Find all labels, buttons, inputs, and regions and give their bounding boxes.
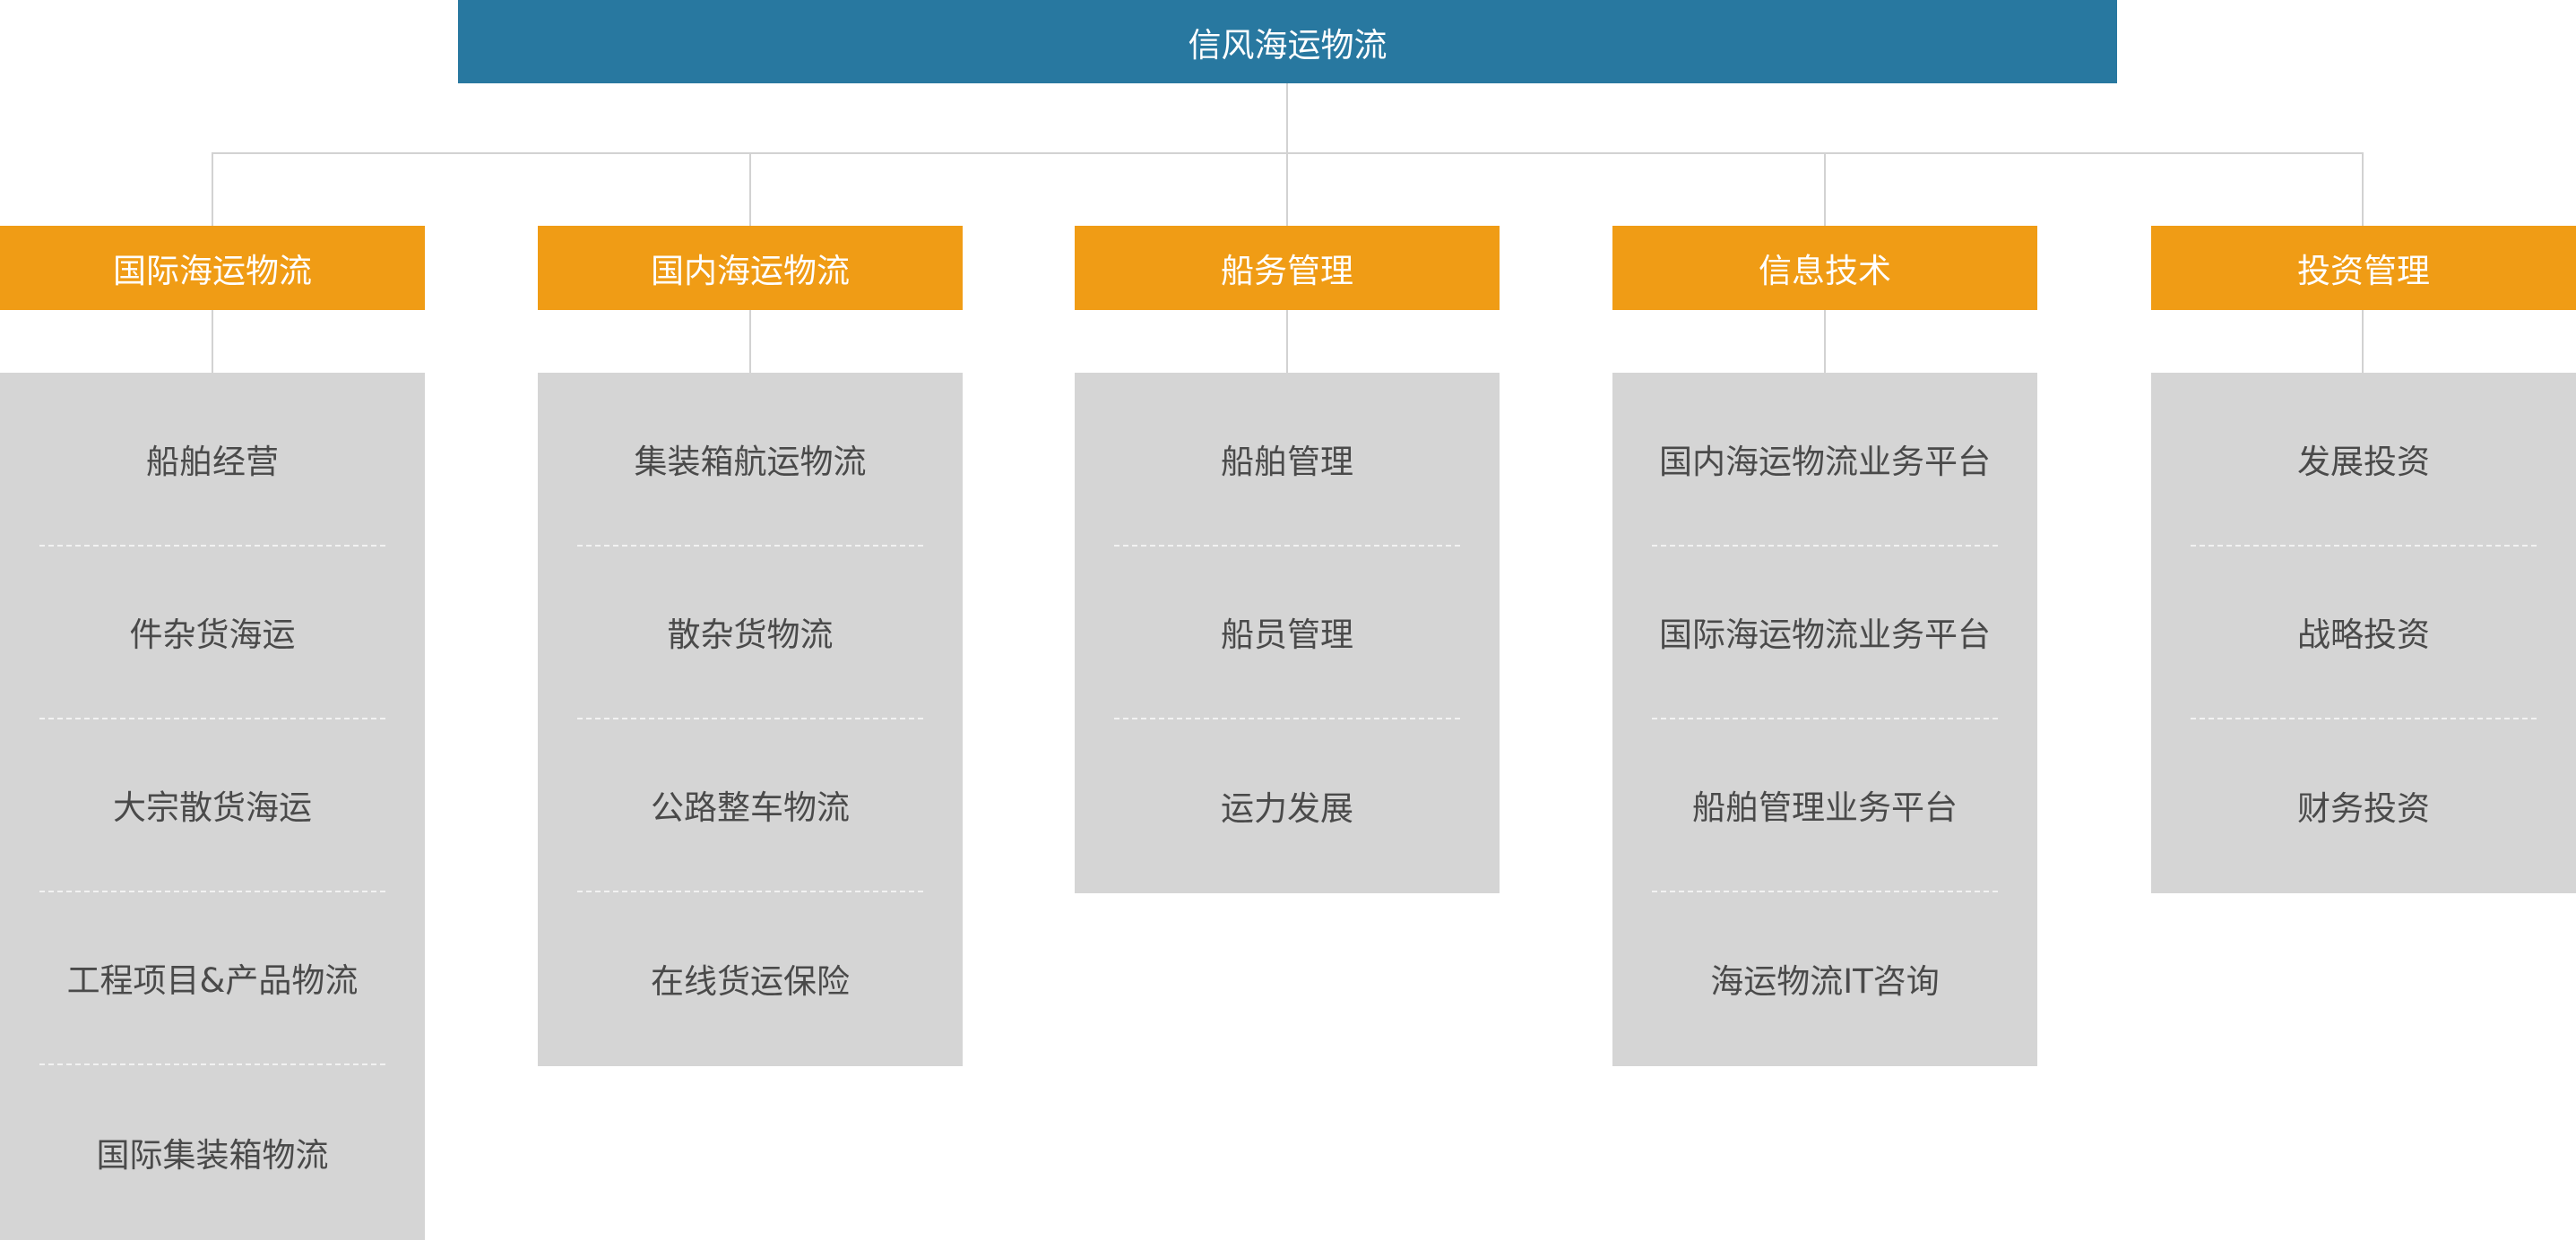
- list-item: 国际海运物流业务平台: [1612, 545, 2037, 718]
- panel-information-technology: 国内海运物流业务平台 国际海运物流业务平台 船舶管理业务平台 海运物流IT咨询: [1612, 373, 2037, 1066]
- list-item: 运力发展: [1075, 718, 1500, 893]
- dept-connector-4: [1824, 152, 1826, 226]
- dept-connector-1: [212, 152, 213, 226]
- panel-connector-4: [1824, 310, 1826, 373]
- panel-ship-management: 船舶管理 船员管理 运力发展: [1075, 373, 1500, 893]
- list-item: 船舶经营: [146, 443, 279, 481]
- root-connector: [1286, 83, 1288, 153]
- panel-domestic-shipping: 集装箱航运物流 散杂货物流 公路整车物流 在线货运保险: [538, 373, 963, 1066]
- dept-connector-2: [749, 152, 751, 226]
- dept-connector-3: [1286, 152, 1288, 226]
- list-item: 海运物流IT咨询: [1612, 891, 2037, 1066]
- panel-connector-1: [212, 310, 213, 373]
- panel-connector-5: [2362, 310, 2364, 373]
- dept-domestic-shipping: 国内海运物流: [538, 226, 963, 310]
- list-item: 在线货运保险: [538, 891, 963, 1066]
- list-item: 战略投资: [2151, 545, 2576, 718]
- list-item: 船舶管理: [1221, 443, 1353, 481]
- list-item: 发展投资: [2297, 443, 2430, 481]
- dept-label: 投资管理: [2297, 252, 2430, 290]
- dept-ship-management: 船务管理: [1075, 226, 1500, 310]
- list-item: 集装箱航运物流: [634, 443, 867, 481]
- dept-investment-management: 投资管理: [2151, 226, 2576, 310]
- list-item: 船舶管理业务平台: [1612, 718, 2037, 891]
- list-item: 散杂货物流: [538, 545, 963, 718]
- list-item: 件杂货海运: [0, 545, 425, 718]
- panel-connector-2: [749, 310, 751, 373]
- dept-label: 信息技术: [1759, 252, 1891, 290]
- panel-connector-3: [1286, 310, 1288, 373]
- dept-label: 船务管理: [1221, 252, 1353, 290]
- list-item: 船员管理: [1075, 545, 1500, 718]
- list-item: 财务投资: [2151, 718, 2576, 893]
- panel-investment-management: 发展投资 战略投资 财务投资: [2151, 373, 2576, 893]
- root-node-label: 信风海运物流: [1188, 25, 1387, 65]
- root-node: 信风海运物流: [458, 0, 2117, 83]
- dept-information-technology: 信息技术: [1612, 226, 2037, 310]
- list-item: 公路整车物流: [538, 718, 963, 891]
- list-item: 大宗散货海运: [0, 718, 425, 891]
- dept-connector-5: [2362, 152, 2364, 226]
- list-item: 国内海运物流业务平台: [1659, 443, 1991, 481]
- dept-label: 国内海运物流: [651, 252, 850, 290]
- list-item: 国际集装箱物流: [0, 1063, 425, 1240]
- list-item: 工程项目&产品物流: [0, 891, 425, 1063]
- panel-international-shipping: 船舶经营 件杂货海运 大宗散货海运 工程项目&产品物流 国际集装箱物流: [0, 373, 425, 1240]
- dept-international-shipping: 国际海运物流: [0, 226, 425, 310]
- horizontal-connector: [212, 152, 2364, 154]
- dept-label: 国际海运物流: [113, 252, 312, 290]
